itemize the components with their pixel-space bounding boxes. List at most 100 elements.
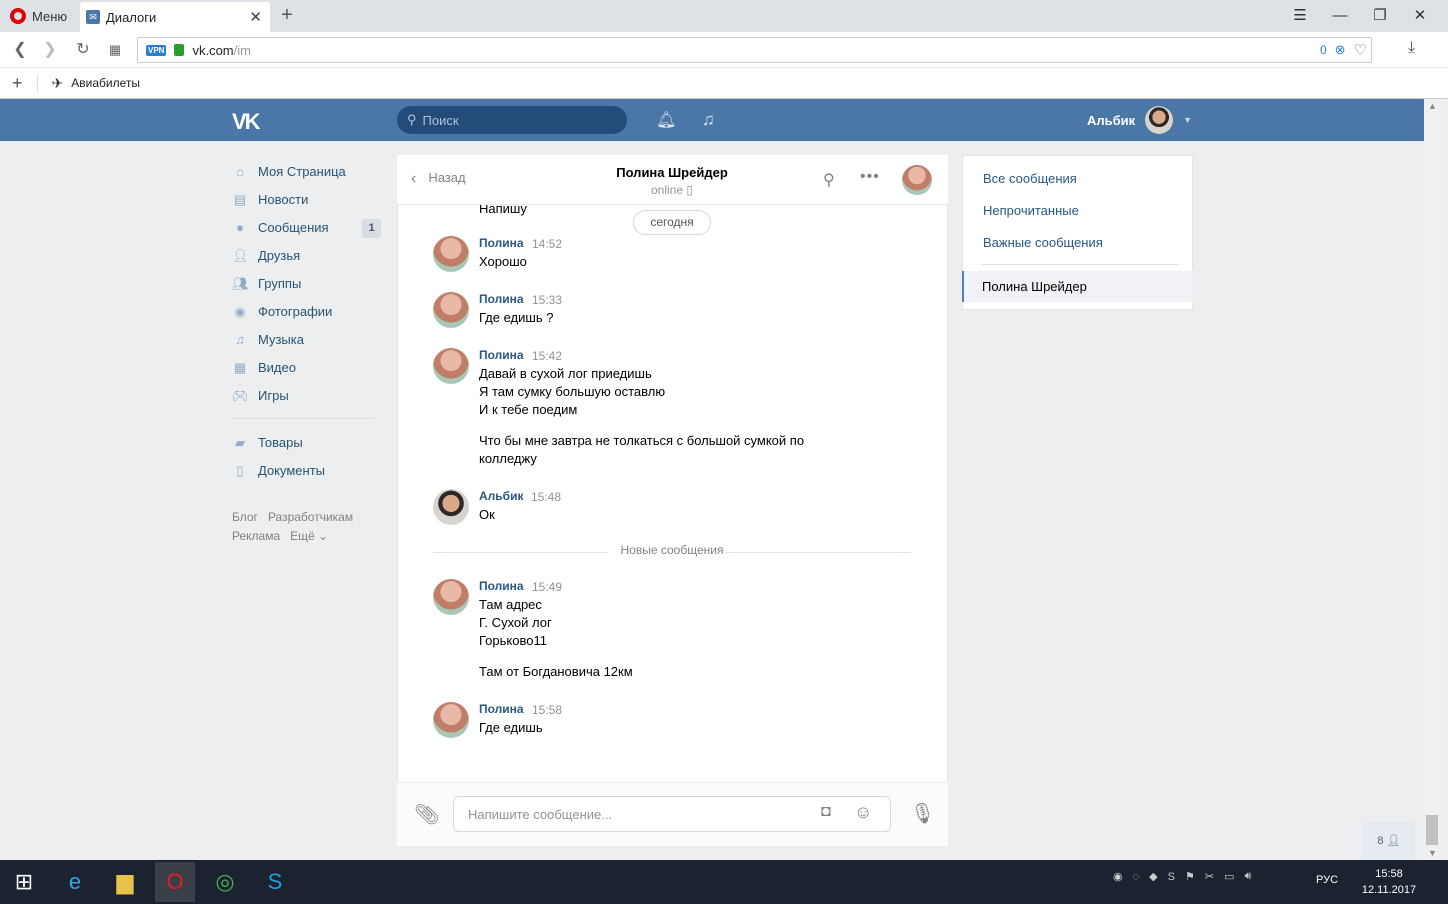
message-time[interactable]: 15:49 xyxy=(532,580,562,594)
new-tab-button[interactable]: + xyxy=(276,4,298,28)
menu-item-video[interactable]: ▦ Видео xyxy=(232,353,382,381)
menu-item-news[interactable]: ▤ Новости xyxy=(232,185,382,213)
filter-all-messages[interactable]: Все сообщения xyxy=(983,171,1077,186)
footer-link-ads[interactable]: Реклама xyxy=(232,529,280,543)
message-author[interactable]: Полина xyxy=(479,348,524,362)
file-explorer-icon[interactable]: ▆ xyxy=(105,862,145,902)
online-friends-button[interactable]: 8 👤︎ xyxy=(1363,822,1415,860)
menu-item-music[interactable]: ♫ Музыка xyxy=(232,325,382,353)
minimize-icon[interactable]: — xyxy=(1320,0,1360,32)
message-author[interactable]: Полина xyxy=(479,236,524,250)
volume-icon[interactable]: 🔊︎ xyxy=(1244,870,1251,883)
add-bookmark-icon[interactable]: + xyxy=(12,73,23,94)
attach-paperclip-icon[interactable]: 📎︎ xyxy=(414,802,439,827)
heart-icon[interactable]: ♡ xyxy=(1354,41,1367,59)
tray-flag-icon[interactable]: ⚑ xyxy=(1185,870,1195,883)
lock-icon[interactable] xyxy=(174,44,185,56)
browser-tab[interactable]: ✉ Диалоги ✕ xyxy=(80,2,270,32)
user-menu[interactable]: Альбик ▼ xyxy=(1087,105,1192,135)
message-time[interactable]: 15:42 xyxy=(532,349,562,363)
scroll-up-icon[interactable]: ▲ xyxy=(1428,101,1437,111)
menu-item-games[interactable]: 🎮︎ Игры xyxy=(232,381,382,409)
forward-nav-icon[interactable]: ❯ xyxy=(38,38,62,62)
back-nav-icon[interactable]: ❮ xyxy=(8,38,32,62)
menu-item-friends[interactable]: 👤︎ Друзья xyxy=(232,241,382,269)
network-icon[interactable]: ▭ xyxy=(1224,870,1234,883)
menu-item-documents[interactable]: ▯ Документы xyxy=(232,456,382,484)
vk-logo[interactable]: VK xyxy=(232,109,266,134)
chrome-icon[interactable]: ◎ xyxy=(205,862,245,902)
scrollbar-thumb[interactable] xyxy=(1426,815,1438,845)
filter-important[interactable]: Важные сообщения xyxy=(983,235,1103,250)
message-avatar[interactable] xyxy=(433,702,469,738)
menu-item-groups[interactable]: 👥︎ Группы xyxy=(232,269,382,297)
url-field[interactable]: VPN vk.com/im 0 ⊗ ♡ xyxy=(137,37,1372,63)
menu-item-goods[interactable]: ▰ Товары xyxy=(232,428,382,456)
filter-unread[interactable]: Непрочитанные xyxy=(983,203,1079,218)
tray-green-icon[interactable]: ◆ xyxy=(1149,870,1157,883)
more-dots-icon[interactable]: ••• xyxy=(860,168,880,186)
opera-taskbar-icon[interactable]: O xyxy=(155,862,195,902)
menu-item-photos[interactable]: ◉ Фотографии xyxy=(232,297,382,325)
bookmarks-bar: + ✈ Авиабилеты xyxy=(0,68,1448,99)
viber-icon[interactable]: ◌ xyxy=(1133,871,1140,883)
message-avatar[interactable] xyxy=(433,348,469,384)
chat-search-icon[interactable]: ⚲ xyxy=(823,170,835,190)
close-window-icon[interactable]: ✕ xyxy=(1400,0,1440,32)
message-avatar[interactable] xyxy=(433,292,469,328)
message-author[interactable]: Альбик xyxy=(479,489,523,503)
download-icon[interactable]: ⤓ xyxy=(1408,39,1415,57)
footer-link-blog[interactable]: Блог xyxy=(232,510,258,524)
message-author[interactable]: Полина xyxy=(479,579,524,593)
emoji-smile-icon[interactable]: ☺ xyxy=(854,802,872,823)
chat-avatar[interactable] xyxy=(902,165,932,195)
skype-tray-icon[interactable]: S xyxy=(1168,871,1175,883)
back-button[interactable]: ‹ Назад xyxy=(411,170,466,188)
restore-icon[interactable]: ❐ xyxy=(1360,0,1400,32)
message-avatar[interactable] xyxy=(433,236,469,272)
footer-link-dev[interactable]: Разработчикам xyxy=(268,510,353,524)
bookmark-item[interactable]: ✈ Авиабилеты xyxy=(52,75,140,92)
search-input[interactable]: ⚲ Поиск xyxy=(397,106,627,134)
footer-link-more[interactable]: Ещё ⌄ xyxy=(290,529,328,543)
taskbar-clock[interactable]: 15:58 12.11.2017 xyxy=(1356,866,1422,898)
message-time[interactable]: 15:33 xyxy=(532,293,562,307)
message-time[interactable]: 15:48 xyxy=(531,490,561,504)
chat-title[interactable]: Полина Шрейдер xyxy=(560,165,784,180)
left-menu: ⌂ Моя Страница ▤ Новости ● Сообщения 1 👤︎ Дру… xyxy=(232,157,382,484)
skype-icon[interactable]: S xyxy=(255,862,295,902)
menu-item-my-page[interactable]: ⌂ Моя Страница xyxy=(232,157,382,185)
message-avatar[interactable] xyxy=(433,489,469,525)
adblock-count[interactable]: 0 xyxy=(1320,43,1327,57)
message-text: колледжу xyxy=(479,451,537,466)
internet-explorer-icon[interactable]: e xyxy=(55,862,95,902)
language-indicator[interactable]: РУС xyxy=(1316,874,1338,886)
chat-status: online ▯ xyxy=(560,183,784,197)
vpn-badge[interactable]: VPN xyxy=(146,44,167,56)
active-dialog-item[interactable]: Полина Шрейдер xyxy=(962,271,1193,302)
message-time[interactable]: 15:58 xyxy=(532,703,562,717)
menu-label: Моя Страница xyxy=(258,163,346,179)
reload-icon[interactable]: ↻ xyxy=(71,38,95,62)
page-scrollbar[interactable] xyxy=(1424,99,1440,860)
scroll-down-icon[interactable]: ▼ xyxy=(1428,848,1437,858)
camera-icon[interactable]: ◘ xyxy=(821,803,831,821)
tools-icon[interactable]: ✂ xyxy=(1205,870,1214,883)
notifications-bell-icon[interactable]: 🔔︎ xyxy=(656,110,676,130)
adblock-icon[interactable]: ⊗ xyxy=(1335,42,1346,58)
clock-date: 12.11.2017 xyxy=(1361,884,1417,896)
windows-start-icon[interactable]: ⊞ xyxy=(4,862,44,902)
tab-menu-icon[interactable]: ☰ xyxy=(1280,0,1320,32)
message-author[interactable]: Полина xyxy=(479,292,524,306)
tab-close-icon[interactable]: ✕ xyxy=(249,8,262,26)
browser-menu-button[interactable]: Меню xyxy=(0,0,76,32)
menu-item-messages[interactable]: ● Сообщения 1 xyxy=(232,213,382,241)
speed-dial-icon[interactable]: ▦ xyxy=(103,38,127,62)
music-note-icon[interactable]: ♫ xyxy=(702,110,720,130)
message-avatar[interactable] xyxy=(433,579,469,615)
message-author[interactable]: Полина xyxy=(479,702,524,716)
person-icon: 👤︎ xyxy=(1386,835,1401,847)
tray-app-icon[interactable]: ◉ xyxy=(1113,870,1123,883)
microphone-icon[interactable]: 🎙︎ xyxy=(910,801,935,826)
message-time[interactable]: 14:52 xyxy=(532,237,562,251)
